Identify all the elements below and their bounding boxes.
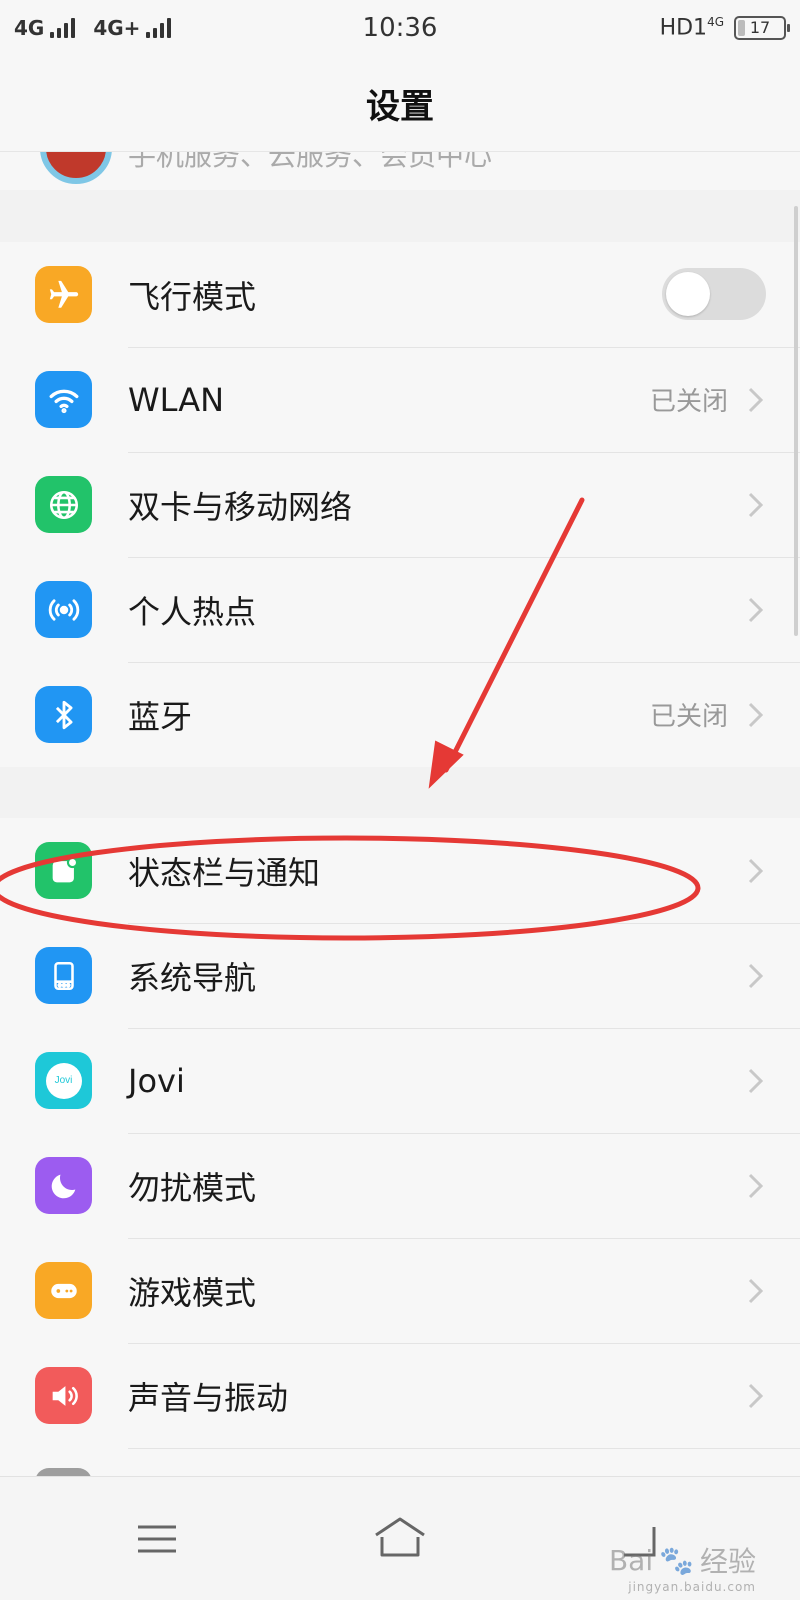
chevron-right-icon xyxy=(748,702,764,728)
settings-item-dual-sim[interactable]: 双卡与移动网络 xyxy=(0,452,800,557)
settings-group-network: 飞行模式 WLAN 已关闭 双卡与移动网络 个人热点 蓝牙 已关闭 xyxy=(0,242,800,767)
hotspot-icon xyxy=(35,581,92,638)
bluetooth-icon xyxy=(35,686,92,743)
settings-item-label: 声音与振动 xyxy=(128,1378,289,1417)
chevron-right-icon xyxy=(748,387,764,413)
notification-icon xyxy=(35,842,92,899)
settings-item-sound-vibration[interactable]: 声音与振动 xyxy=(0,1343,800,1448)
status-bar: 4G 4G+ 10:36 HD14G 17 xyxy=(0,0,800,56)
gamepad-icon xyxy=(35,1262,92,1319)
baidu-watermark: Bai 🐾 经验 jingyan.baidu.com xyxy=(608,1543,756,1595)
navigation-bar: Bai 🐾 经验 jingyan.baidu.com xyxy=(0,1476,800,1600)
signal-bars-icon xyxy=(50,18,76,38)
battery-icon: 17 xyxy=(734,15,790,40)
airplane-mode-toggle[interactable] xyxy=(662,268,766,320)
title-bar: 设置 xyxy=(0,56,800,152)
battery-level: 17 xyxy=(749,18,771,38)
avatar xyxy=(40,152,112,184)
airplane-icon xyxy=(35,266,92,323)
paw-icon: 🐾 xyxy=(659,1543,694,1577)
settings-item-jovi[interactable]: Jovi Jovi xyxy=(0,1028,800,1133)
settings-item-partial[interactable] xyxy=(0,1448,800,1478)
scrollbar[interactable] xyxy=(794,206,798,636)
settings-item-label: 飞行模式 xyxy=(128,277,257,316)
wlan-status: 已关闭 xyxy=(649,387,728,417)
settings-group-system: 状态栏与通知 系统导航 Jovi Jovi 勿扰模式 游戏模式 声音与振动 xyxy=(0,818,800,1478)
settings-item-label: 状态栏与通知 xyxy=(128,853,321,892)
speaker-icon xyxy=(35,1367,92,1424)
home-icon[interactable] xyxy=(370,1509,430,1569)
chevron-right-icon xyxy=(748,963,764,989)
settings-item-game-mode[interactable]: 游戏模式 xyxy=(0,1238,800,1343)
chevron-right-icon xyxy=(748,1278,764,1304)
settings-item-status-bar-notifications[interactable]: 状态栏与通知 xyxy=(0,818,800,923)
bluetooth-status: 已关闭 xyxy=(649,702,728,732)
globe-icon xyxy=(35,476,92,533)
settings-item-label: 双卡与移动网络 xyxy=(128,487,353,526)
account-services-text: 手机服务、云服务、会员中心 xyxy=(128,152,493,172)
settings-item-wlan[interactable]: WLAN 已关闭 xyxy=(0,347,800,452)
settings-item-airplane-mode[interactable]: 飞行模式 xyxy=(0,242,800,347)
chevron-right-icon xyxy=(748,858,764,884)
chevron-right-icon xyxy=(748,492,764,518)
navigation-icon xyxy=(35,947,92,1004)
chevron-right-icon xyxy=(748,1173,764,1199)
chevron-right-icon xyxy=(748,597,764,623)
hd-indicator: HD14G xyxy=(659,15,724,41)
settings-item-label: 蓝牙 xyxy=(128,697,193,736)
settings-item-label: 勿扰模式 xyxy=(128,1168,257,1207)
settings-item-label: Jovi xyxy=(128,1061,185,1100)
settings-item-label: 系统导航 xyxy=(128,958,257,997)
settings-item-do-not-disturb[interactable]: 勿扰模式 xyxy=(0,1133,800,1238)
settings-item-label: WLAN xyxy=(128,380,225,419)
page-title: 设置 xyxy=(366,87,434,127)
moon-icon xyxy=(35,1157,92,1214)
settings-item-label: 游戏模式 xyxy=(128,1273,257,1312)
account-row[interactable]: 手机服务、云服务、会员中心 xyxy=(0,152,800,190)
network-type-1: 4G xyxy=(14,16,45,40)
settings-item-bluetooth[interactable]: 蓝牙 已关闭 xyxy=(0,662,800,767)
chevron-right-icon xyxy=(748,1383,764,1409)
wifi-icon xyxy=(35,371,92,428)
signal-sim1: 4G xyxy=(14,16,76,40)
settings-item-system-navigation[interactable]: 系统导航 xyxy=(0,923,800,1028)
network-type-2: 4G+ xyxy=(93,16,141,40)
jovi-icon: Jovi xyxy=(35,1052,92,1109)
settings-item-label: 个人热点 xyxy=(128,592,257,631)
menu-icon[interactable] xyxy=(127,1509,187,1569)
chevron-right-icon xyxy=(748,1068,764,1094)
settings-item-hotspot[interactable]: 个人热点 xyxy=(0,557,800,662)
signal-sim2: 4G+ xyxy=(93,16,172,40)
signal-bars-icon xyxy=(146,18,172,38)
